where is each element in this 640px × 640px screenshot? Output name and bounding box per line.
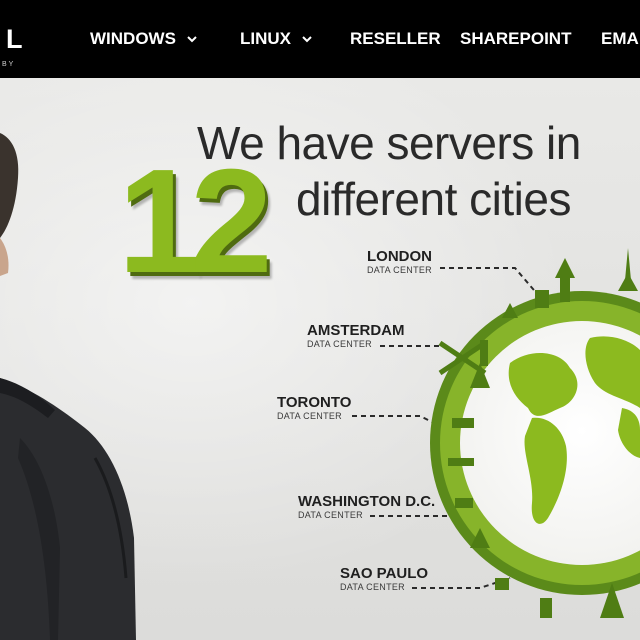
- datacenter-london: LONDON DATA CENTER: [367, 248, 432, 276]
- datacenter-toronto: TORONTO DATA CENTER: [277, 394, 351, 422]
- datacenter-city: LONDON: [367, 248, 432, 265]
- hero-banner: We have servers in 12 different cities L…: [0, 78, 640, 640]
- datacenter-washington: WASHINGTON D.C. DATA CENTER: [298, 493, 435, 521]
- logo-tagline: BY: [2, 61, 16, 68]
- nav-item-windows[interactable]: WINDOWS: [90, 29, 198, 49]
- datacenter-city: TORONTO: [277, 394, 352, 411]
- nav-item-email[interactable]: EMA: [601, 29, 639, 49]
- logo[interactable]: L: [6, 24, 24, 55]
- chevron-down-icon: [302, 36, 312, 43]
- datacenter-sub: DATA CENTER: [340, 582, 405, 592]
- globe-illustration: [352, 248, 640, 618]
- chevron-down-icon: [187, 36, 197, 43]
- datacenter-city: SAO PAULO: [340, 565, 429, 582]
- nav-item-label: EMA: [601, 29, 639, 48]
- datacenter-sao-paulo: SAO PAULO DATA CENTER: [340, 565, 428, 593]
- nav-item-label: SHAREPOINT: [460, 29, 572, 48]
- datacenter-city: AMSTERDAM: [307, 322, 405, 339]
- datacenter-sub: DATA CENTER: [307, 339, 372, 349]
- nav-item-linux[interactable]: LINUX: [240, 29, 313, 49]
- nav-item-label: RESELLER: [350, 29, 441, 48]
- nav-item-label: LINUX: [240, 29, 291, 48]
- datacenter-sub: DATA CENTER: [277, 411, 342, 421]
- datacenter-amsterdam: AMSTERDAM DATA CENTER: [307, 322, 405, 350]
- datacenter-sub: DATA CENTER: [367, 265, 432, 275]
- top-navbar: L BY WINDOWS LINUX RESELLER SHAREPOINT E…: [0, 0, 640, 78]
- datacenter-city: WASHINGTON D.C.: [298, 493, 436, 510]
- datacenter-sub: DATA CENTER: [298, 510, 363, 520]
- nav-item-label: WINDOWS: [90, 29, 176, 48]
- nav-item-sharepoint[interactable]: SHAREPOINT: [460, 29, 571, 49]
- nav-item-reseller[interactable]: RESELLER: [350, 29, 441, 49]
